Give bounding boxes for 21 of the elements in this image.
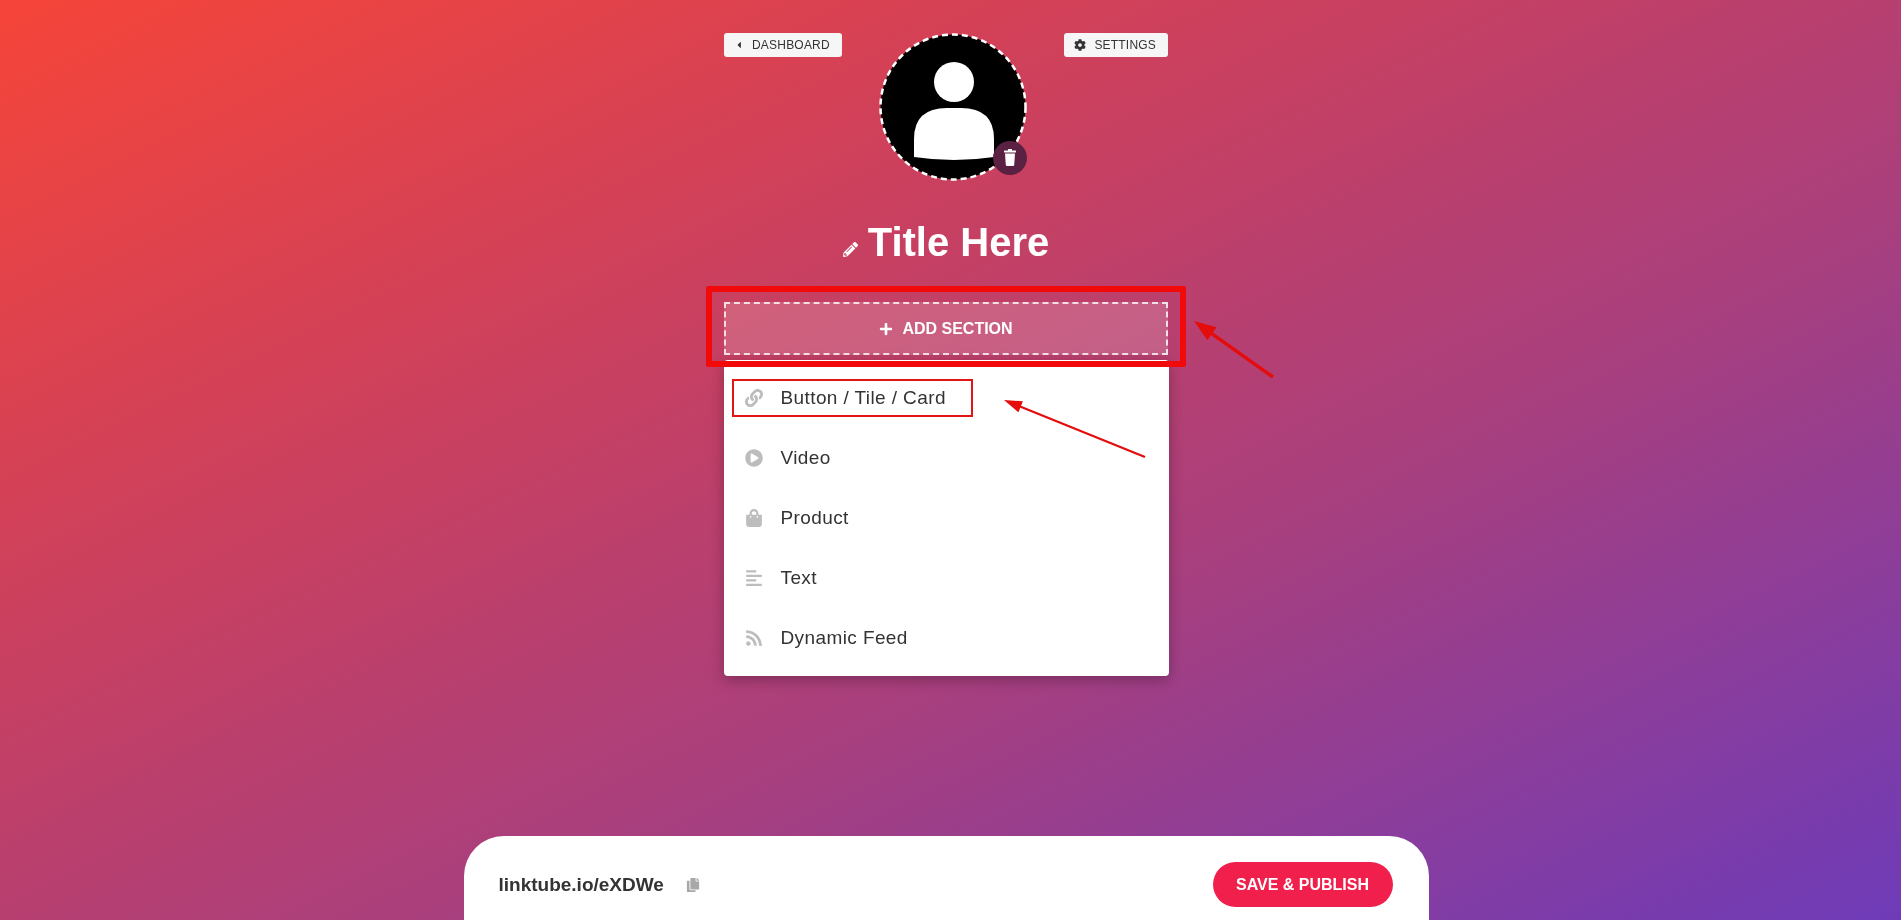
gear-icon	[1074, 39, 1087, 51]
trash-icon[interactable]	[993, 141, 1028, 175]
menu-item[interactable]: Dynamic Feed	[723, 608, 1169, 668]
plus-icon	[879, 321, 894, 336]
avatar-icon[interactable]	[879, 33, 1028, 181]
menu-item[interactable]: Video	[723, 428, 1169, 488]
link-icon	[744, 389, 763, 407]
rss-icon	[744, 629, 763, 647]
pencil-icon[interactable]	[842, 242, 858, 257]
shopping-bag-icon	[744, 509, 763, 527]
menu-item[interactable]: Button / Tile / Card	[723, 368, 1169, 428]
settings-button[interactable]: SETTINGS	[1064, 33, 1168, 57]
text-lines-icon	[744, 569, 763, 587]
play-icon	[744, 449, 763, 467]
url-text: linktube.io/eXDWe	[498, 873, 664, 896]
add-section-button[interactable]: ADD SECTION	[724, 302, 1168, 355]
menu-item[interactable]: Text	[723, 548, 1169, 608]
menu-item[interactable]: Product	[723, 488, 1169, 548]
page-title[interactable]: Title Here	[867, 219, 1050, 265]
dashboard-button[interactable]: DASHBOARD	[724, 33, 842, 57]
publish-button[interactable]: SAVE & PUBLISH	[1212, 862, 1393, 907]
